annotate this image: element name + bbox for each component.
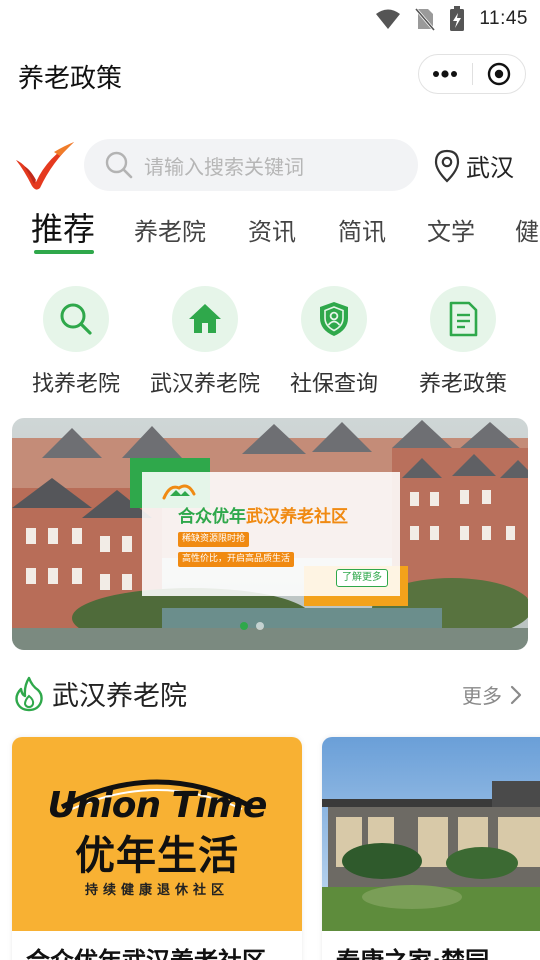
entry-social-security[interactable]: 社保查询: [269, 286, 399, 398]
nursing-home-card[interactable]: 泰康之家·楚园: [322, 737, 540, 960]
search-icon: [105, 151, 133, 179]
more-label: 更多: [462, 684, 502, 708]
more-button[interactable]: [419, 55, 472, 93]
wifi-icon: [376, 9, 401, 29]
tab-nursing-homes[interactable]: 养老院: [134, 212, 206, 247]
flame-icon: [15, 676, 43, 712]
active-tab-indicator: [34, 250, 94, 254]
promo-banner[interactable]: 合众优年武汉养老社区 稀缺资源限时抢 高性价比，开启高品质生活 了解更多: [12, 418, 528, 650]
app-screen: 11:45 养老政策 请输入搜索关键词 武汉 推荐 养老院 资讯 简讯 文学 健…: [0, 0, 540, 960]
status-icons: 11:45: [375, 6, 528, 32]
category-tabs: 推荐 养老院 资讯 简讯 文学 健: [0, 202, 540, 258]
card-image-logo: Union Time 优年生活 持续健康退休社区: [12, 737, 302, 931]
carousel-dot-active[interactable]: [240, 622, 248, 630]
card-image-building: [322, 737, 540, 931]
search-input[interactable]: 请输入搜索关键词: [84, 139, 418, 191]
search-row: 请输入搜索关键词 武汉: [0, 136, 540, 194]
tab-news[interactable]: 资讯: [248, 212, 296, 247]
section-more-link[interactable]: 更多: [462, 680, 522, 709]
banner-title-prefix: 合众优年: [178, 507, 246, 527]
nursing-home-card[interactable]: Union Time 优年生活 持续健康退休社区 合众优年武汉养老社区: [12, 737, 302, 960]
section-title: 武汉养老院: [52, 681, 187, 712]
close-button[interactable]: [473, 55, 526, 93]
document-icon: [449, 301, 478, 337]
banner-tag: 稀缺资源限时抢: [178, 532, 250, 547]
card-name: 合众优年武汉养老社区: [26, 941, 266, 960]
entry-label: 找养老院: [31, 372, 120, 397]
tab-briefs[interactable]: 简讯: [338, 212, 386, 247]
entry-icon-circle: [172, 286, 238, 352]
card-name: 泰康之家·楚园: [336, 941, 489, 960]
banner-title: 合众优年武汉养老社区: [178, 502, 348, 527]
more-dots-icon: [433, 70, 458, 78]
logo-chinese: 优年生活: [75, 833, 239, 879]
entry-icon-circle: [430, 286, 496, 352]
search-placeholder: 请输入搜索关键词: [144, 154, 304, 179]
entry-label: 养老政策: [418, 372, 507, 397]
page-title: 养老政策: [18, 64, 123, 94]
logo-english: Union Time: [47, 785, 268, 826]
tab-health[interactable]: 健: [515, 212, 539, 247]
entry-label: 社保查询: [289, 372, 378, 397]
banner-title-highlight: 武汉养老社区: [246, 507, 348, 527]
entry-label: 武汉养老院: [149, 372, 260, 397]
shield-user-icon: [320, 302, 348, 336]
location-selector[interactable]: 武汉: [434, 148, 514, 183]
search-icon: [60, 303, 92, 335]
tab-literature[interactable]: 文学: [427, 212, 475, 247]
mini-program-capsule: [418, 54, 526, 94]
brand-logo: [16, 142, 74, 190]
no-sim-icon: [415, 8, 436, 31]
section-header: 武汉养老院 更多: [0, 672, 540, 716]
entry-icon-circle: [301, 286, 367, 352]
banner-tag: 高性价比，开启高品质生活: [178, 552, 295, 567]
carousel-indicators: [240, 622, 264, 630]
banner-ad-card: 合众优年武汉养老社区 稀缺资源限时抢 高性价比，开启高品质生活 了解更多: [142, 472, 400, 596]
location-label: 武汉: [466, 154, 514, 182]
entry-find-nursing-home[interactable]: 找养老院: [11, 286, 141, 398]
status-bar: 11:45: [0, 0, 540, 36]
logo-subtitle: 持续健康退休社区: [84, 883, 229, 898]
entry-wuhan-nursing-home[interactable]: 武汉养老院: [140, 286, 270, 398]
battery-charging-icon: [450, 6, 465, 31]
chevron-right-icon: [510, 685, 522, 704]
banner-more-button[interactable]: 了解更多: [336, 569, 388, 587]
entry-pension-policy[interactable]: 养老政策: [398, 286, 528, 398]
status-time: 11:45: [479, 8, 528, 29]
home-icon: [189, 304, 221, 333]
target-circle-icon: [487, 62, 510, 86]
entry-icon-circle: [43, 286, 109, 352]
carousel-dot[interactable]: [256, 622, 264, 630]
title-bar: 养老政策: [0, 50, 540, 100]
quick-entries: 找养老院 武汉养老院 社保查询 养老政策: [0, 286, 540, 398]
location-pin-icon: [434, 149, 460, 183]
tab-recommend[interactable]: 推荐: [31, 204, 95, 250]
